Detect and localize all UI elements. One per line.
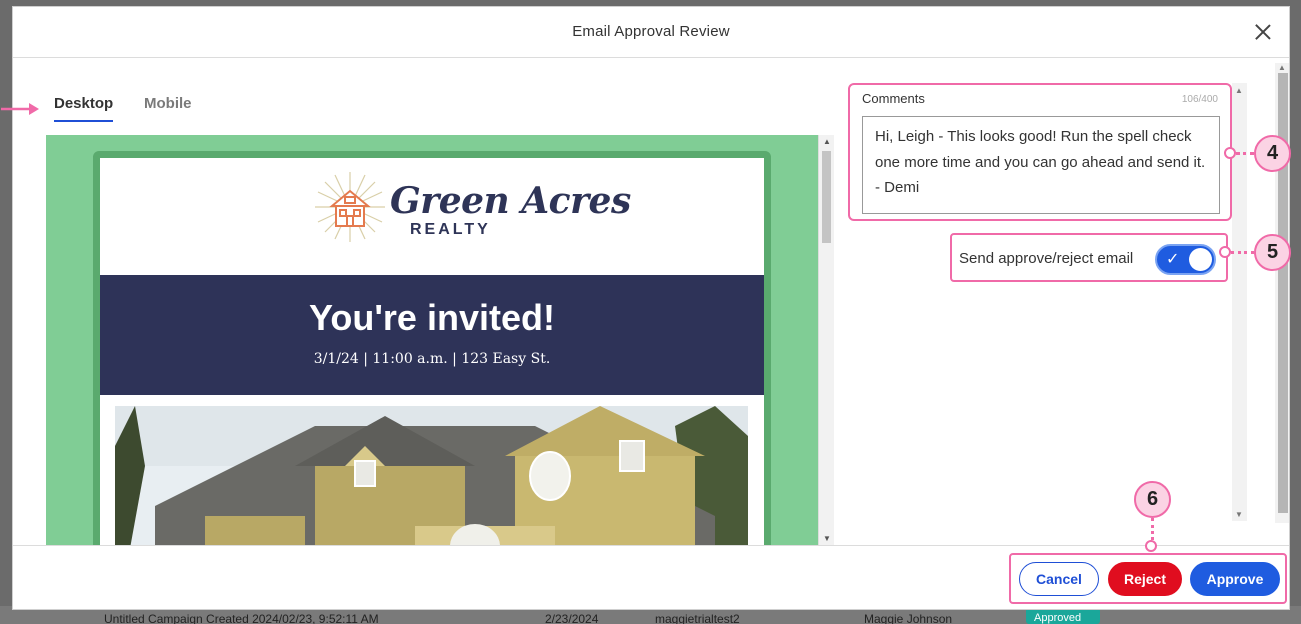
callout-marker-actions: 6 (1134, 481, 1171, 518)
approval-dialog: Email Approval Review Desktop Mobile Gre… (1, 6, 1290, 611)
dialog-footer: Cancel Reject Approve (13, 545, 1289, 611)
callout-connector (1151, 518, 1154, 540)
toggle-knob (1189, 248, 1212, 271)
invite-details: 3/1/24 | 11:00 a.m. | 123 Easy St. (313, 351, 551, 367)
comments-textarea[interactable]: Hi, Leigh - This looks good! Run the spe… (862, 116, 1220, 214)
logo-area: Green Acres REALTY (100, 158, 764, 275)
callout-dot (1145, 540, 1157, 552)
dialog-header: Email Approval Review (13, 7, 1289, 58)
comments-section: Comments 106/400 Hi, Leigh - This looks … (848, 83, 1232, 221)
scroll-up-icon[interactable]: ▲ (1235, 86, 1243, 95)
logo-subtitle: REALTY (410, 221, 491, 238)
dialog-scrollbar[interactable]: ▲ (1275, 63, 1289, 523)
scroll-down-icon[interactable]: ▼ (823, 534, 831, 543)
send-email-toggle[interactable]: ✓ (1155, 244, 1216, 275)
logo-wordmark: Green Acres (390, 180, 631, 222)
reject-button[interactable]: Reject (1108, 562, 1182, 596)
send-email-option: Send approve/reject email ✓ (950, 233, 1228, 282)
callout-dot (1219, 246, 1231, 258)
scroll-thumb[interactable] (822, 151, 831, 243)
callout-connector (1236, 152, 1254, 155)
comments-label: Comments (862, 91, 925, 106)
comments-counter: 106/400 (1181, 94, 1218, 105)
tab-desktop[interactable]: Desktop (54, 95, 114, 122)
action-buttons: Cancel Reject Approve (1009, 553, 1287, 604)
close-icon[interactable] (1251, 20, 1275, 44)
campaign-account: maggietrialtest2 (655, 612, 740, 624)
dialog-title: Email Approval Review (572, 23, 730, 40)
house-logo-icon (315, 172, 385, 242)
check-icon: ✓ (1166, 251, 1180, 268)
send-email-label: Send approve/reject email (959, 250, 1134, 267)
arrow-pointer-icon (1, 103, 39, 115)
approve-button[interactable]: Approve (1190, 562, 1280, 596)
house-photo (115, 406, 748, 545)
callout-dot (1224, 147, 1236, 159)
invite-banner: You're invited! 3/1/24 | 11:00 a.m. | 12… (100, 275, 764, 395)
email-preview: Green Acres REALTY You're invited! 3/1/2… (46, 135, 818, 545)
preview-scrollbar[interactable]: ▲ ▼ (818, 135, 834, 545)
callout-marker-comments: 4 (1254, 135, 1291, 172)
callout-connector (1231, 251, 1254, 254)
scroll-up-icon[interactable]: ▲ (823, 137, 831, 146)
campaign-owner: Maggie Johnson (864, 612, 953, 624)
email-card: Green Acres REALTY You're invited! 3/1/2… (93, 151, 771, 545)
callout-marker-toggle: 5 (1254, 234, 1291, 271)
tab-mobile[interactable]: Mobile (144, 95, 192, 120)
status-badge-label: Approved (1034, 612, 1082, 624)
scroll-up-icon[interactable]: ▲ (1278, 63, 1286, 72)
cancel-button[interactable]: Cancel (1019, 562, 1099, 596)
scroll-down-icon[interactable]: ▼ (1235, 510, 1243, 519)
campaign-date: 2/23/2024 (545, 612, 599, 624)
campaign-name: Untitled Campaign Created 2024/02/23, 9:… (104, 612, 379, 624)
invite-headline: You're invited! (309, 297, 555, 338)
